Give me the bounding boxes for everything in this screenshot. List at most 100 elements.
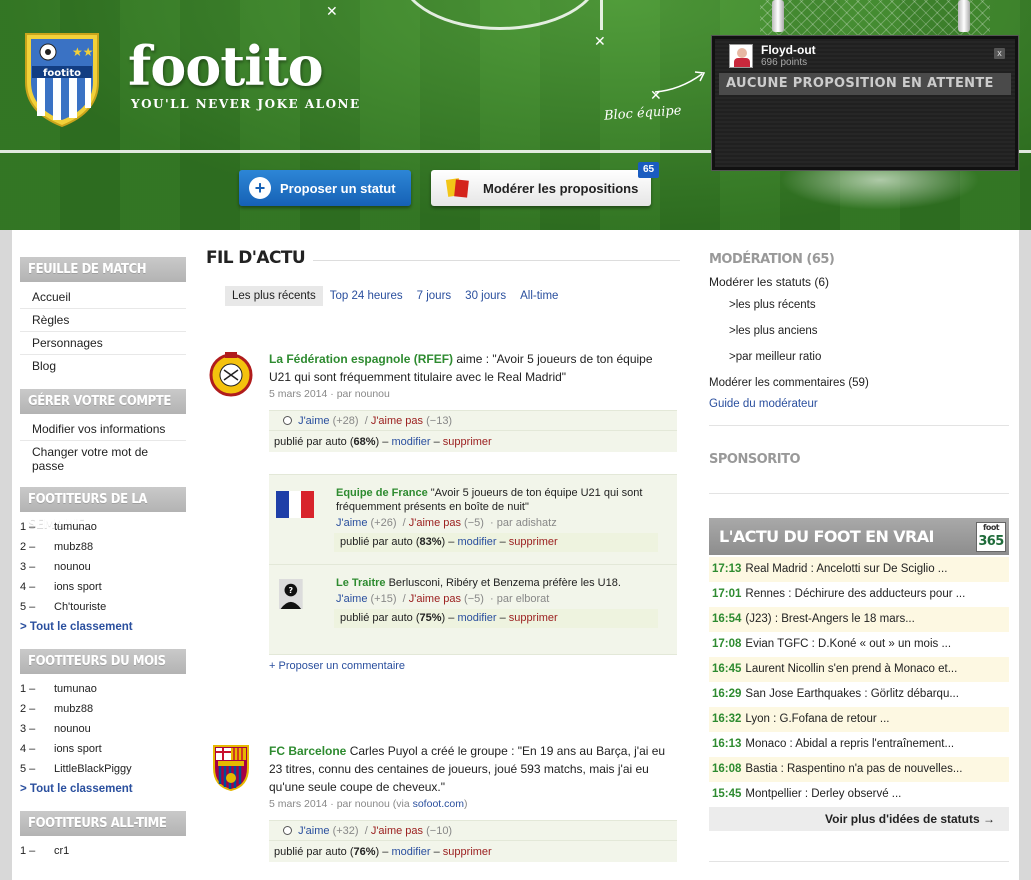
news-item[interactable]: 16:54 (J23) : Brest-Angers le 18 mars... [709,607,1009,632]
news-time: 16:54 [712,613,742,625]
dislike-button[interactable]: J'aime pas [371,825,423,837]
sidebar-item-edit-info[interactable]: Modifier vos informations [20,418,186,441]
propose-status-button[interactable]: + Proposer un statut [239,170,411,206]
sidebar-item-personnages[interactable]: Personnages [20,332,186,355]
rank-user-link[interactable]: tumunao [54,679,97,699]
post-author-link[interactable]: FC Barcelone [269,744,346,758]
foot365-logo-num: 365 [978,534,1004,549]
rank-user-link[interactable]: ions sport [54,577,102,597]
news-item[interactable]: 16:08 Bastia : Raspentino n'a pas de nouv… [709,757,1009,782]
sub-link-ratio[interactable]: >par meilleur ratio [709,350,1009,364]
foot365-logo[interactable]: foot 365 [976,522,1006,552]
svg-text:★★: ★★ [72,45,94,59]
sidebar-item-blog[interactable]: Blog [20,355,186,377]
football-icon [283,826,292,835]
user-avatar[interactable] [729,44,753,68]
rank-user-link[interactable]: ions sport [54,739,102,759]
moderate-comments-link[interactable]: Modérer les commentaires (59) [709,376,1009,390]
delete-link[interactable]: supprimer [509,612,558,624]
dislike-button[interactable]: J'aime pas [409,593,461,605]
post-author-link[interactable]: La Fédération espagnole (RFEF) [269,352,453,366]
moderate-statuses-link[interactable]: Modérer les statuts (6) [709,275,1009,289]
post-source-suffix: ) [463,798,468,810]
goal-net [760,0,990,40]
rank-row: 4 – ions sport [20,577,186,597]
like-button[interactable]: J'aime [336,593,367,605]
news-item[interactable]: 16:13 Monaco : Abidal a repris l'entraîne… [709,732,1009,757]
news-item[interactable]: 16:45 Laurent Nicollin s'en prend à Monac… [709,657,1009,682]
more-status-ideas-link[interactable]: Voir plus d'idées de statuts → [709,807,1009,831]
france-flag-icon [276,491,314,518]
comment-author-link[interactable]: Le Traitre [336,577,386,589]
news-item[interactable]: 16:32 Lyon : G.Fofana de retour ... [709,707,1009,732]
modify-link[interactable]: modifier [457,612,496,624]
alltime-ranking-block: FOOTITEURS ALL-TIME 1 – cr1 [20,811,186,861]
news-item[interactable]: 17:01 Rennes : Déchirure des adducteurs p… [709,582,1009,607]
rank-row: 5 – Ch'touriste [20,597,186,617]
news-text: Evian TGFC : D.Koné « out » un mois ... [745,638,952,650]
sidebar-item-change-password[interactable]: Changer votre mot de passe [20,441,186,475]
rank-user-link[interactable]: mubz88 [54,699,93,719]
comment-author-link[interactable]: Equipe de France [336,487,428,499]
moderate-proposals-button[interactable]: Modérer les propositions [431,170,651,206]
dislike-button[interactable]: J'aime pas [371,415,423,427]
delete-link[interactable]: supprimer [509,536,558,548]
pending-proposals-bar: AUCUNE PROPOSITION EN ATTENTE [719,73,1011,95]
rank-user-link[interactable]: tumunao [54,517,97,537]
rank-number: 5 – [20,763,36,775]
close-icon[interactable]: x [994,48,1005,59]
rank-number: 4 – [20,581,36,593]
like-button[interactable]: J'aime [298,825,329,837]
comment-list: Equipe de France "Avoir 5 joueurs de ton… [269,474,677,655]
sub-link-oldest[interactable]: >les plus anciens [709,324,1009,338]
sub-link-recent[interactable]: >les plus récents [709,298,1009,312]
rank-number: 2 – [20,541,36,553]
delete-link[interactable]: supprimer [443,846,492,858]
user-name[interactable]: Floyd-out [761,43,816,57]
rank-user-link[interactable]: cr1 [54,841,69,861]
sidebar-heading: GÉRER VOTRE COMPTE [20,389,186,414]
news-item[interactable]: 15:45 Montpellier : Derley observé ... [709,782,1009,807]
month-ranking-block: FOOTITEURS DU MOIS 1 – tumunao 2 – mubz88 … [20,649,186,799]
svg-text:?: ? [289,586,294,595]
rank-row: 2 – mubz88 [20,537,186,557]
dislike-count: (−5) [464,593,484,605]
news-item[interactable]: 17:08 Evian TGFC : D.Koné « out » un mois… [709,632,1009,657]
sponsor-heading: SPONSORITO [709,452,801,467]
post-source-link[interactable]: sofoot.com [413,798,464,810]
rank-user-link[interactable]: nounou [54,557,91,577]
brand-logo-text[interactable]: footito [128,34,324,98]
tab-30-days[interactable]: 30 jours [458,286,513,306]
dislike-button[interactable]: J'aime pas [409,517,461,529]
news-text: Real Madrid : Ancelotti sur De Sciglio .… [745,563,948,575]
like-button[interactable]: J'aime [298,415,329,427]
sidebar-item-accueil[interactable]: Accueil [20,286,186,309]
moderator-guide-link[interactable]: Guide du modérateur [709,397,1009,411]
rank-row: 2 – mubz88 [20,699,186,719]
sidebar-item-regles[interactable]: Règles [20,309,186,332]
full-ranking-link[interactable]: > Tout le classement [20,779,186,799]
rank-user-link[interactable]: nounou [54,719,91,739]
tab-recent[interactable]: Les plus récents [225,286,323,306]
left-sidebar: FEUILLE DE MATCH Accueil Règles Personna… [20,257,186,873]
news-feed: FIL D'ACTU Les plus récents Top 24 heure… [206,248,680,862]
tab-top-24h[interactable]: Top 24 heures [323,286,410,306]
news-item[interactable]: 17:13 Real Madrid : Ancelotti sur De Scig… [709,557,1009,582]
rank-user-link[interactable]: mubz88 [54,537,93,557]
delete-link[interactable]: supprimer [443,436,492,448]
publish-info: publié par auto (83%) – modifier – suppr… [334,533,658,552]
rank-user-link[interactable]: Ch'touriste [54,597,106,617]
full-ranking-link[interactable]: > Tout le classement [20,617,186,637]
publish-info: publié par auto (75%) – modifier – suppr… [334,609,658,628]
tab-all-time[interactable]: All-time [513,286,565,306]
modify-link[interactable]: modifier [391,436,430,448]
news-item[interactable]: 16:29 San Jose Earthquakes : Görlitz déba… [709,682,1009,707]
rank-user-link[interactable]: LittleBlackPiggy [54,759,132,779]
propose-comment-link[interactable]: + Proposer un commentaire [269,660,677,672]
tab-7-days[interactable]: 7 jours [410,286,459,306]
goal-post [772,0,784,32]
modify-link[interactable]: modifier [457,536,496,548]
like-button[interactable]: J'aime [336,517,367,529]
post-meta: 5 mars 2014 · par nounou (via sofoot.com… [269,798,677,810]
modify-link[interactable]: modifier [391,846,430,858]
